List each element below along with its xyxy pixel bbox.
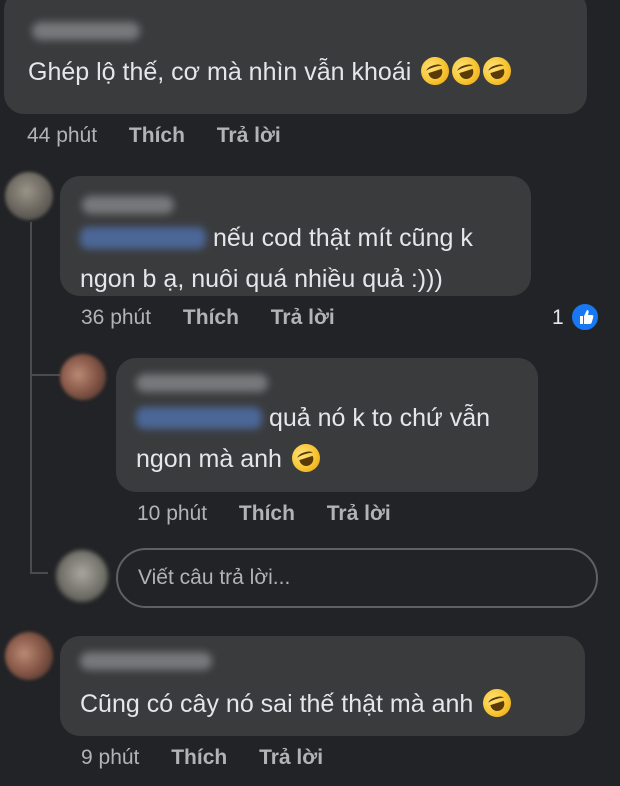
comment-text-3: quả nó k to chứ vẫn ngon mà anh bbox=[136, 398, 490, 480]
comment-bubble-4: Cũng có cây nó sai thế thật mà anh bbox=[60, 636, 585, 736]
reply-placeholder: Viết câu trả lời... bbox=[138, 566, 291, 589]
comment-text-1: Ghép lộ thế, cơ mà nhìn vẫn khoái bbox=[28, 52, 515, 93]
comment-text: Cũng có cây nó sai thế thật mà anh bbox=[80, 690, 474, 718]
reaction-count-value: 1 bbox=[552, 306, 564, 329]
reply-link[interactable]: Trả lời bbox=[259, 746, 323, 769]
author-name-redacted bbox=[32, 22, 140, 40]
comment-line: ngon mà anh bbox=[136, 445, 282, 473]
reaction-count[interactable]: 1 bbox=[552, 306, 564, 330]
comment-meta-4: 9 phút Thích Trả lời bbox=[81, 746, 323, 770]
comment-meta-2: 36 phút Thích Trả lời bbox=[81, 306, 335, 330]
author-name-redacted bbox=[136, 374, 268, 392]
avatar bbox=[56, 550, 108, 602]
comment-line: quả nó k to chứ vẫn bbox=[268, 404, 490, 432]
thread-branch bbox=[30, 572, 48, 574]
comment-bubble-3: quả nó k to chứ vẫn ngon mà anh bbox=[116, 358, 538, 492]
comment-meta-3: 10 phút Thích Trả lời bbox=[137, 502, 391, 526]
comment-line: nếu cod thật mít cũng k bbox=[212, 224, 473, 252]
comment-bubble-1: Ghép lộ thế, cơ mà nhìn vẫn khoái bbox=[4, 0, 587, 114]
thread-line bbox=[30, 222, 32, 572]
author-name-redacted bbox=[80, 652, 212, 670]
rolling-on-floor-laughing-icon bbox=[417, 53, 453, 89]
rolling-on-floor-laughing-icon bbox=[479, 685, 515, 721]
reply-link[interactable]: Trả lời bbox=[327, 502, 391, 525]
reply-link[interactable]: Trả lời bbox=[271, 306, 335, 329]
comment-meta-1: 44 phút Thích Trả lời bbox=[27, 124, 281, 148]
like-icon bbox=[570, 302, 600, 332]
mention-tag-redacted[interactable] bbox=[136, 407, 262, 429]
like-link[interactable]: Thích bbox=[129, 124, 185, 147]
rolling-on-floor-laughing-icon bbox=[288, 440, 324, 476]
reply-link[interactable]: Trả lời bbox=[217, 124, 281, 147]
avatar[interactable] bbox=[5, 172, 53, 220]
mention-tag-redacted[interactable] bbox=[80, 227, 206, 249]
like-link[interactable]: Thích bbox=[239, 502, 295, 525]
comment-text-4: Cũng có cây nó sai thế thật mà anh bbox=[80, 684, 515, 725]
rolling-on-floor-laughing-icon bbox=[479, 53, 515, 89]
comment-text: Ghép lộ thế, cơ mà nhìn vẫn khoái bbox=[28, 58, 412, 86]
author-name-redacted bbox=[82, 196, 174, 214]
rolling-on-floor-laughing-icon bbox=[448, 53, 484, 89]
timestamp: 44 phút bbox=[27, 124, 98, 147]
comment-line: ngon b ạ, nuôi quá nhiều quả :))) bbox=[80, 265, 443, 293]
thread-branch bbox=[30, 374, 60, 376]
avatar[interactable] bbox=[5, 632, 53, 680]
comment-text-2: nếu cod thật mít cũng k ngon b ạ, nuôi q… bbox=[80, 218, 473, 300]
reply-input[interactable]: Viết câu trả lời... bbox=[116, 548, 598, 608]
timestamp: 36 phút bbox=[81, 306, 152, 329]
avatar[interactable] bbox=[60, 354, 106, 400]
timestamp: 9 phút bbox=[81, 746, 140, 769]
like-link[interactable]: Thích bbox=[171, 746, 227, 769]
timestamp: 10 phút bbox=[137, 502, 208, 525]
comment-bubble-2: nếu cod thật mít cũng k ngon b ạ, nuôi q… bbox=[60, 176, 531, 296]
like-link[interactable]: Thích bbox=[183, 306, 239, 329]
